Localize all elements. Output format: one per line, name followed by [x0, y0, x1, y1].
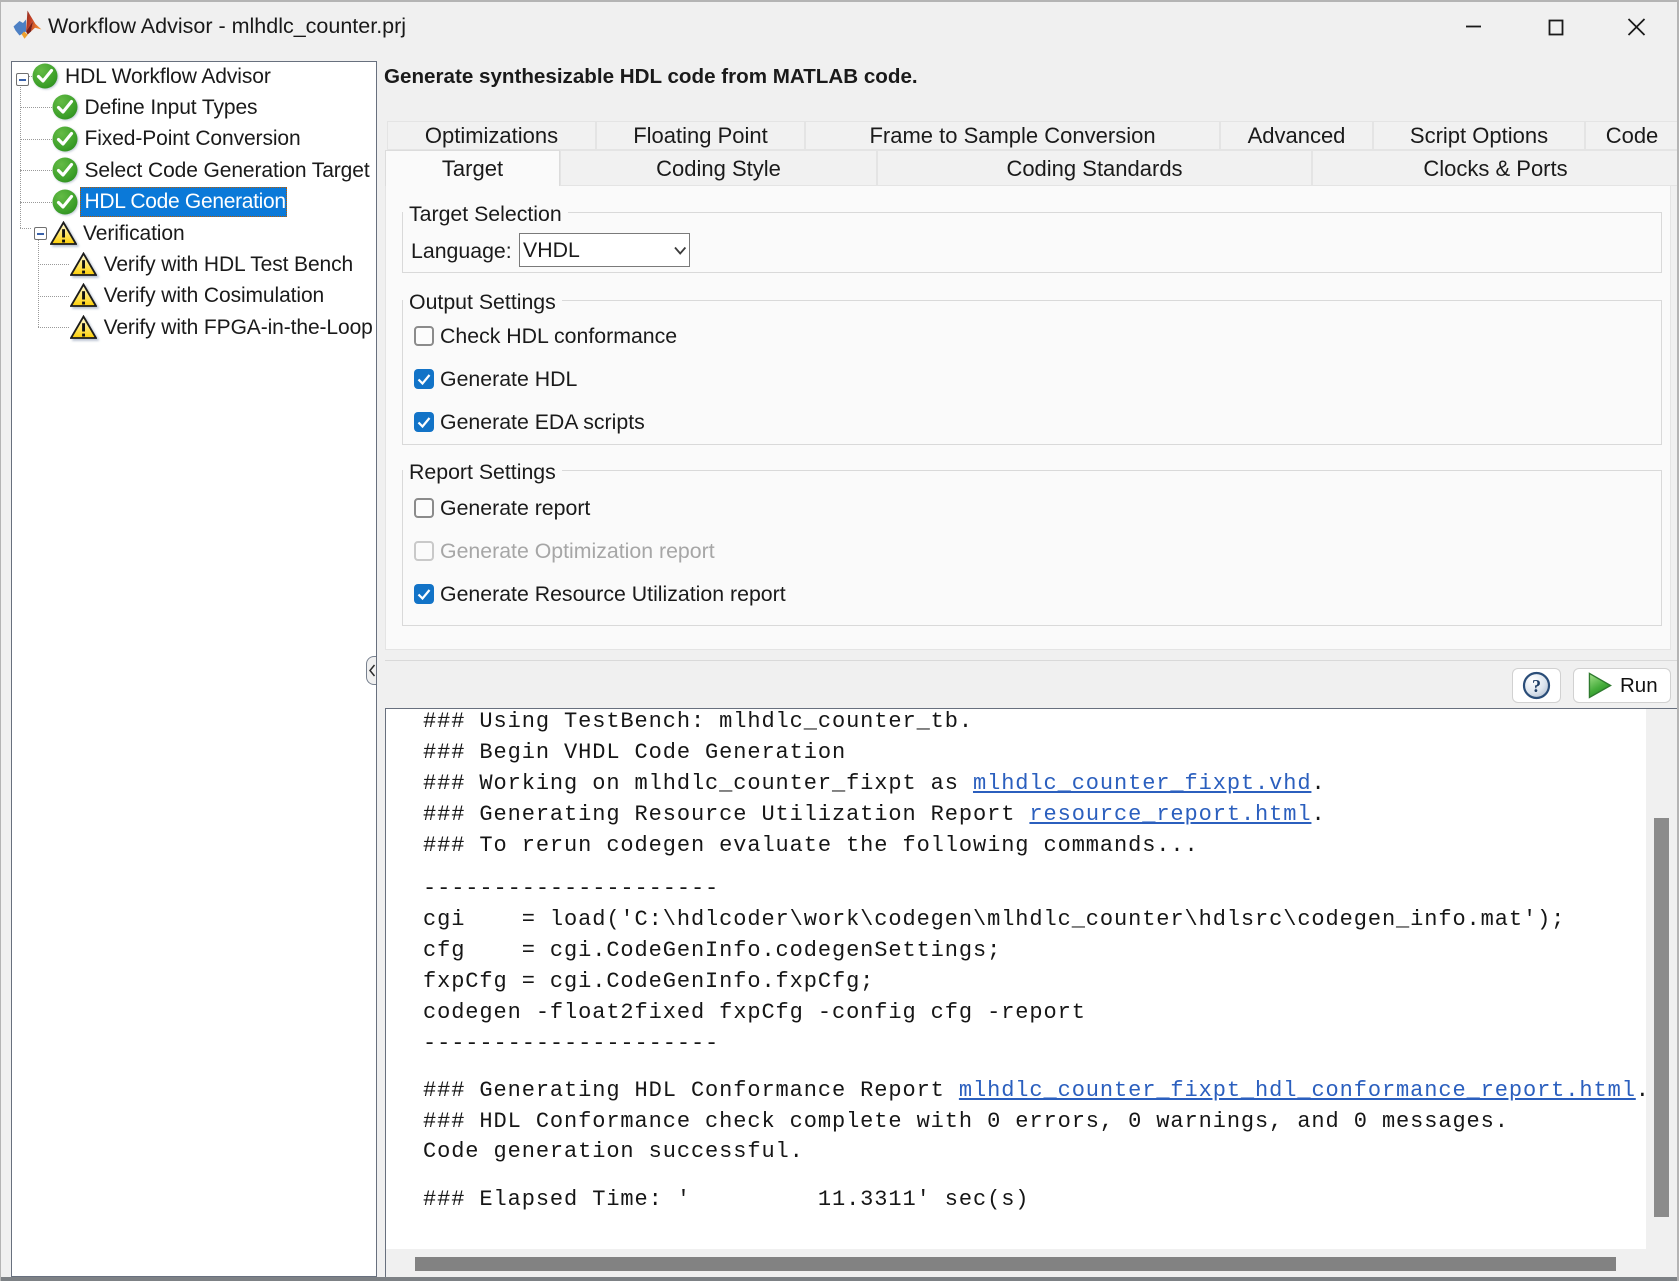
svg-text:?: ? [1532, 676, 1541, 696]
